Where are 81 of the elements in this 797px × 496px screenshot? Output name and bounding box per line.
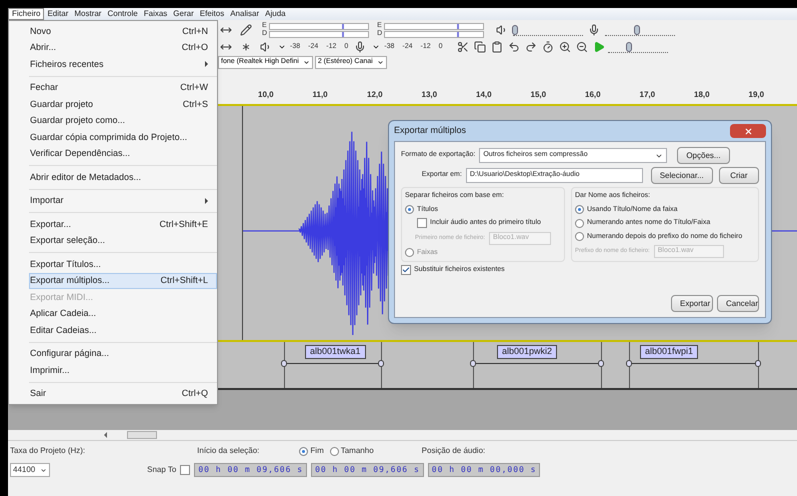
menu-item[interactable]: Exportar múltiplos... Ctrl+Shift+L [29,272,217,289]
menu-item[interactable]: Verificar Dependências... [29,146,217,162]
menu-bar-item[interactable]: Efeitos [196,8,228,20]
checkbox[interactable] [417,218,427,228]
pencil-icon[interactable] [238,22,254,38]
menu-bar-item[interactable]: Editar [44,8,72,20]
radio-button[interactable] [575,232,584,242]
checkbox[interactable] [180,465,190,475]
radio-button[interactable] [330,446,339,456]
close-icon [744,126,752,136]
menu-bar-item[interactable]: Ajuda [262,8,289,20]
menu-item[interactable]: Guardar cópia comprimida do Projeto... [29,129,217,146]
close-button[interactable] [730,124,766,138]
volume-slider[interactable] [513,24,584,36]
field-label: Snap To [146,464,176,476]
field-label: Início da seleção: [197,445,260,457]
ruler-label: 17,0 [638,89,656,101]
ruler-label: 18,0 [693,89,711,101]
scrollbar-thumb[interactable] [127,431,157,439]
menu-bar-item[interactable]: Faixas [140,8,170,20]
radio-button[interactable] [405,205,414,214]
track-label[interactable]: alb001twka1 [305,345,366,359]
time-field[interactable]: 00 h 00 m 00,000 s [428,463,540,477]
radio-label: Tamanho [340,445,374,457]
export-button[interactable]: Exportar [671,295,713,312]
menu-item[interactable]: Exportar seleção... [29,232,217,249]
menu-item[interactable]: Imprimir... [29,362,217,378]
menu-item[interactable]: Fechar Ctrl+W [29,80,217,96]
radio-button[interactable] [299,446,308,456]
menu-bar-item[interactable]: Controle [104,8,141,20]
ruler-label: 11,0 [312,89,329,101]
menu-item[interactable]: Editar Cadeias... [29,322,217,338]
menu-item[interactable]: Ficheiros recentes [9,56,217,72]
select-button[interactable]: Selecionar... [650,167,713,184]
menu-item[interactable]: Exportar... Ctrl+Shift+E [29,216,217,232]
cancel-button[interactable]: Cancelar [717,295,759,312]
ruler-label: 16,0 [584,89,602,101]
menu-item[interactable]: Abrir editor de Metadados... [29,169,217,186]
menu-item[interactable]: Sair Ctrl+Q [29,386,217,402]
slider-thumb[interactable] [626,42,632,52]
copy-icon[interactable] [472,39,488,55]
options-button[interactable]: Opções... [677,147,730,164]
menu-bar-item[interactable]: Mostrar [71,8,104,20]
menu-item[interactable]: Novo Ctrl+N [9,23,217,40]
menu-item[interactable]: Guardar projeto como... [29,112,217,129]
time-field[interactable]: 00 h 00 m 09,606 s [311,463,424,477]
radio-button[interactable] [575,205,584,214]
submenu-arrow-icon [205,198,208,204]
create-button[interactable]: Criar [718,167,759,184]
menu-bar-item[interactable]: Ficheiro [8,8,44,20]
track-label[interactable]: alb001fwpi1 [640,345,698,359]
radio-button[interactable] [575,218,584,228]
track-label[interactable]: alb001pwki2 [497,345,558,359]
ruler-label: 14,0 [475,89,493,101]
menu-item[interactable]: Exportar Títulos... [29,256,217,272]
menu-item[interactable]: Guardar projeto Ctrl+S [29,96,217,112]
dialog-title: Exportar múltiplos [394,124,466,138]
menu-bar-item[interactable]: Gerar [170,8,197,20]
checkbox[interactable] [401,265,411,276]
ruler-label: 15,0 [530,89,548,101]
ruler-label: 10,0 [257,89,275,101]
time-field[interactable]: 00 h 00 m 09,606 s [194,463,308,477]
radio-button[interactable] [405,248,414,258]
menu-item[interactable]: Aplicar Cadeia... [29,306,217,322]
slider-thumb[interactable] [512,25,518,35]
menu-bar-item[interactable]: Analisar [227,8,262,20]
radio-label: Fim [310,445,324,457]
slider-thumb[interactable] [634,25,640,35]
submenu-arrow-icon [205,61,208,68]
menu-item[interactable]: Abrir... Ctrl+O [9,40,217,56]
ruler-label: 13,0 [420,89,438,101]
ruler-label: 19,0 [748,89,766,101]
volume-slider[interactable] [605,24,676,36]
menu-item[interactable]: Configurar página... [29,346,217,362]
scroll-left-icon[interactable] [104,432,107,438]
ruler-label: 12,0 [366,89,384,101]
field-label: Posição de áudio: [420,445,486,457]
rate-dropdown[interactable]: 44100 [10,463,50,477]
field-label: Taxa do Projeto (Hz): [10,445,86,457]
speed-slider[interactable] [608,41,668,53]
menu-item[interactable]: Importar [29,192,217,209]
